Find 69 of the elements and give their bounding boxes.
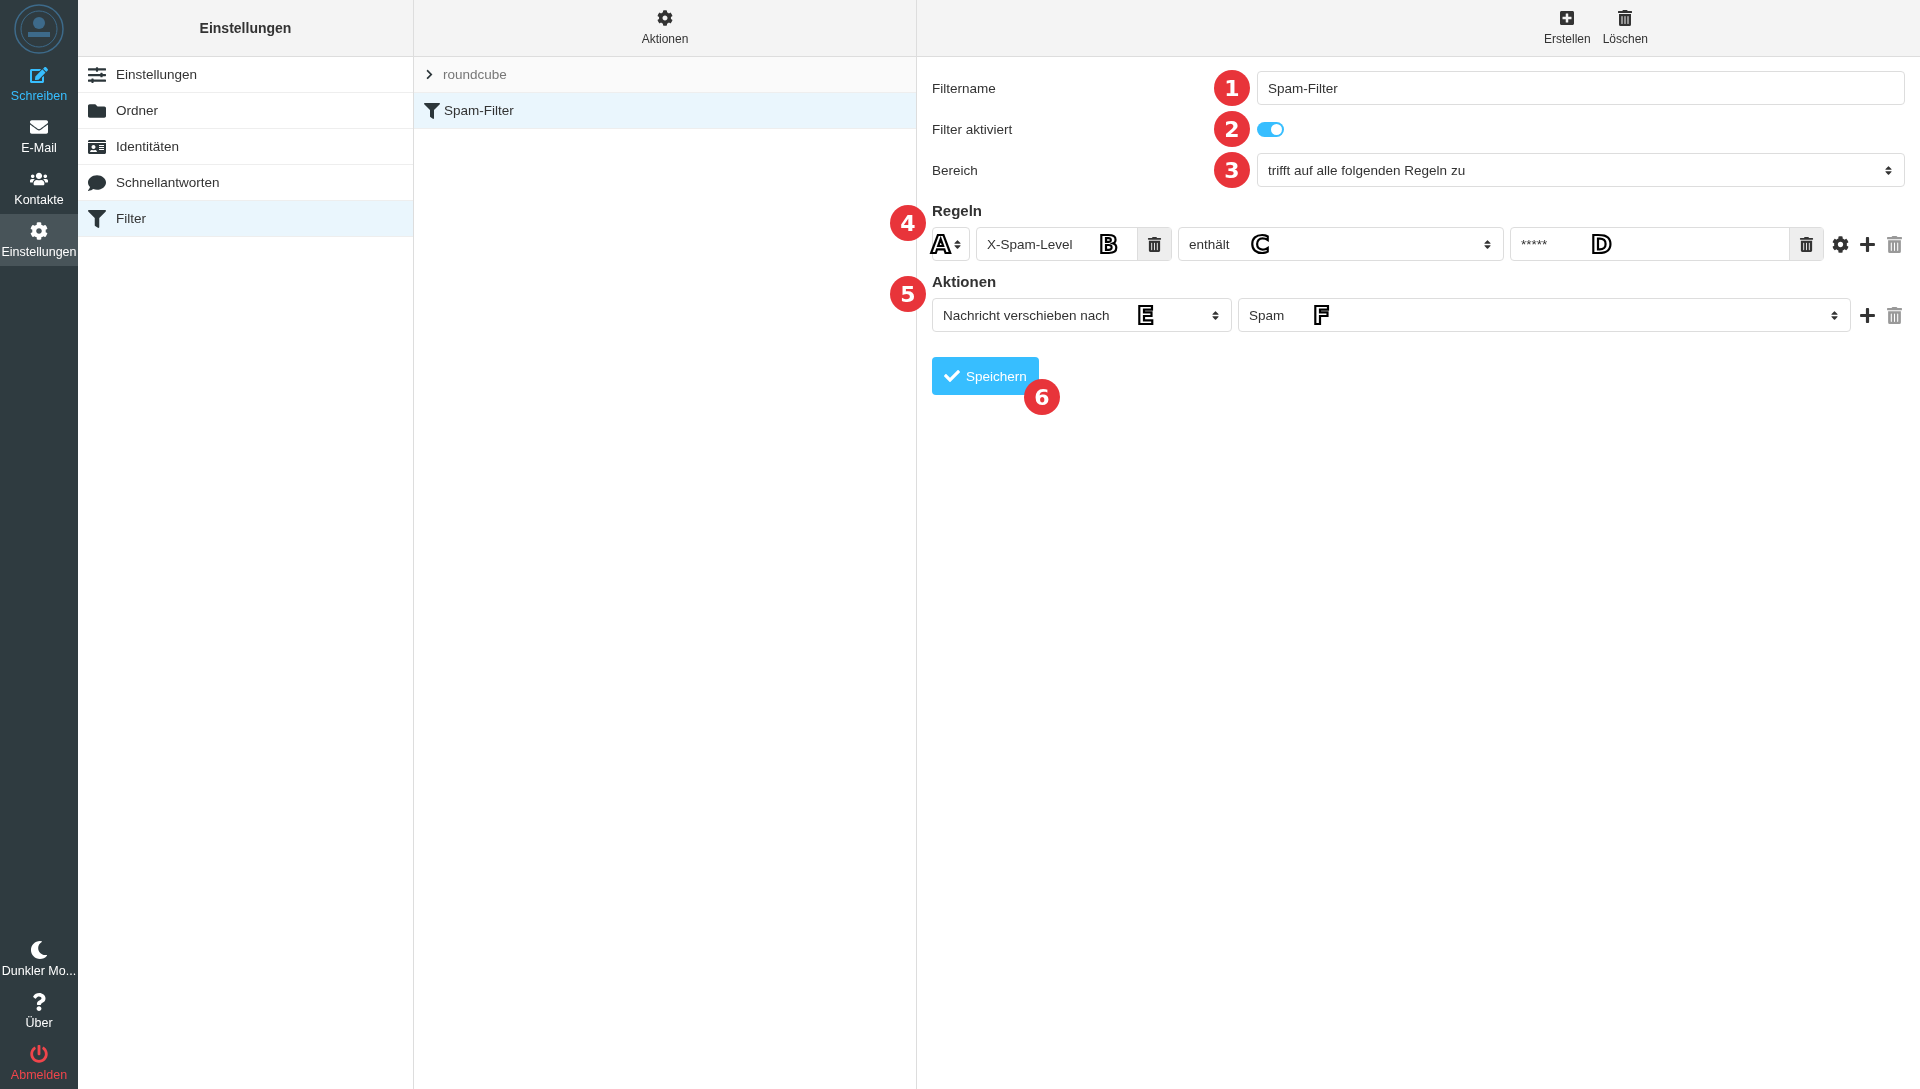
chevron-icon [424,69,435,80]
trash-icon [1799,236,1814,252]
trash-icon[interactable] [1884,306,1905,324]
sort-arrows-icon [952,238,963,250]
moon-icon [30,941,48,959]
callout-letter: A [931,231,951,257]
nav-item[interactable]: Schreiben [0,58,78,110]
trash-icon [1147,236,1162,252]
funnel-icon [88,209,106,228]
power-icon [30,1045,48,1063]
trash-button[interactable] [1789,228,1823,260]
settings-item[interactable]: Filter [78,201,413,237]
scope-select[interactable]: trifft auf alle folgenden Regeln zu [1257,153,1905,187]
step-badge: 5 [890,276,926,312]
panel-title: Einstellungen [199,20,292,36]
filter-item[interactable]: Spam-Filter [414,93,916,129]
callout-letter: B [1099,231,1119,257]
target-folder-select[interactable]: Spam F [1238,298,1851,332]
field-label: Filter aktiviert [932,121,1014,137]
nav-item[interactable]: Über [0,985,78,1037]
callout-letter: F [1313,302,1331,328]
value-field[interactable]: ***** D [1510,227,1824,261]
step-badge: 3 [1214,152,1250,188]
section-heading: Regeln [932,202,983,219]
operator-select[interactable]: enthält C [1178,227,1504,261]
check-icon [944,368,960,384]
question-icon [30,993,48,1011]
filter-set-row[interactable]: roundcube [414,57,916,93]
header-field[interactable]: X-Spam-Level B [976,227,1172,261]
compose-icon [30,66,48,84]
sort-arrows-icon [1883,164,1894,176]
settings-icon [30,222,48,240]
sort-arrows-icon [1210,309,1221,321]
nav-item[interactable]: Einstellungen [0,214,78,266]
callout-letter: D [1591,231,1612,257]
folder-icon [88,101,106,120]
action-type-select[interactable]: Nachricht verschieben nach E [932,298,1232,332]
nav-item[interactable]: Kontakte [0,162,78,214]
settings-icon [657,10,673,26]
callout-letter: C [1251,231,1270,257]
step-badge: 4 [890,205,926,241]
trash-button[interactable] [1137,228,1171,260]
sliders-icon [88,65,106,84]
toggle-switch[interactable] [1257,121,1284,137]
toolbar-button[interactable]: Aktionen [639,6,691,50]
filtername-field[interactable]: Spam-Filter [1257,71,1905,105]
nav-item[interactable]: E-Mail [0,110,78,162]
people-icon [30,170,48,188]
plus-icon[interactable] [1857,306,1878,324]
toolbar-button[interactable]: Erstellen [1541,6,1593,50]
field-label: Filtername [932,80,997,96]
nav-item[interactable]: Dunkler Mo... [0,933,78,985]
speech-bubble-icon [88,173,106,192]
toolbar-button[interactable]: Löschen [1600,6,1651,50]
logo-icon [13,3,65,55]
section-heading: Aktionen [932,273,998,290]
sort-arrows-icon [1829,309,1840,321]
envelope-icon [30,118,48,136]
settings-icon[interactable] [1830,235,1851,253]
step-badge: 2 [1214,111,1250,147]
sort-arrows-icon [1482,238,1493,250]
plus-icon[interactable] [1857,235,1878,253]
step-badge: 1 [1214,70,1250,106]
callout-letter: E [1137,302,1155,328]
field-label: Bereich [932,162,979,178]
trash-icon[interactable] [1884,235,1905,253]
trash-icon [1617,10,1634,26]
id-card-icon [88,137,106,156]
funnel-icon [424,102,440,119]
